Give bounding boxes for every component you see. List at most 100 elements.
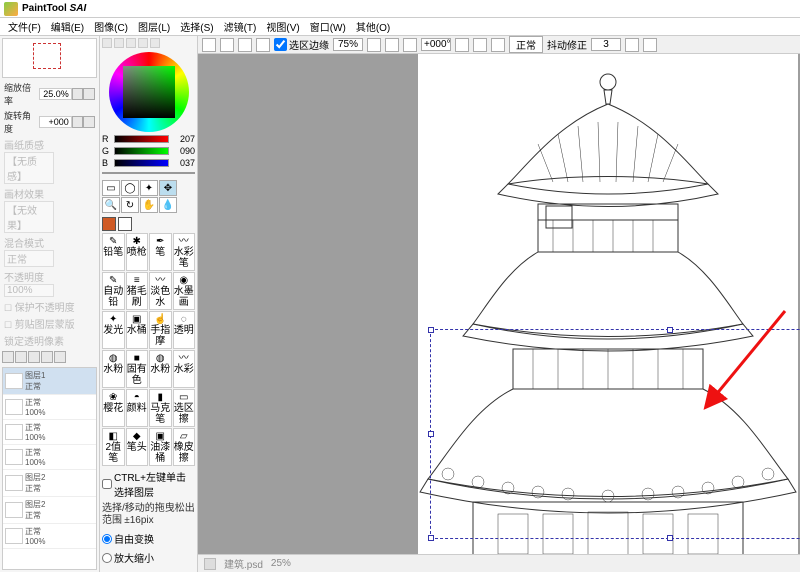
brush-gouache[interactable]: ◍水粉 [102,350,125,388]
layer-item[interactable]: 正常100% [3,420,96,445]
transform-freeform[interactable]: 自由形状 [102,568,195,572]
rotate-ccw-tb-button[interactable] [455,38,469,52]
menu-edit[interactable]: 编辑(E) [47,19,88,34]
color-wheel[interactable] [102,52,195,132]
brush-bristle[interactable]: ≡猪毛刷 [126,272,149,310]
layer-item[interactable]: 正常100% [3,524,96,549]
menu-view[interactable]: 视图(V) [262,19,303,34]
brush-gouache2[interactable]: ◍水粉 [149,350,172,388]
new-layer-button[interactable] [2,351,14,363]
brush-glow[interactable]: ✦发光 [102,311,125,349]
brush-pen[interactable]: ✒笔 [149,233,172,271]
brush-pencil[interactable]: ✎铅笔 [102,233,125,271]
layer-item[interactable]: 图层2正常 [3,470,96,497]
rotate-ccw-button[interactable] [72,116,84,128]
brush-binary[interactable]: ◧2值笔 [102,428,125,466]
merge-down-button[interactable] [28,351,40,363]
background-swatch[interactable] [118,217,132,231]
stabilize-up-button[interactable] [625,38,639,52]
brush-airbrush[interactable]: ✱喷枪 [126,233,149,271]
clear-layer-button[interactable] [54,351,66,363]
hand-tool[interactable]: ✋ [140,197,158,213]
layer-item[interactable]: 图层1正常 [3,368,96,395]
deselect-button[interactable] [238,38,252,52]
brush-marker[interactable]: ▮马克笔 [149,389,172,427]
menu-other[interactable]: 其他(O) [352,19,394,34]
rgb-slider-tab[interactable] [114,38,124,48]
layer-list[interactable]: 图层1正常 正常100% 正常100% 正常100% 图层2正常 图层2正常 [2,367,97,570]
brush-ink[interactable]: ◉水墨画 [173,272,196,310]
zoom-out-tb-button[interactable] [403,38,417,52]
brush-sakura[interactable]: ❀樱花 [102,389,125,427]
blue-slider[interactable]: B 037 [102,158,195,168]
menu-layer[interactable]: 图层(L) [134,19,174,34]
brush-light-water[interactable]: 〰淡色水 [149,272,172,310]
zoom-tool[interactable]: 🔍 [102,197,120,213]
navigator-preview[interactable] [2,38,97,78]
green-slider[interactable]: G 090 [102,146,195,156]
move-tool[interactable]: ✥ [159,180,177,196]
paper-texture-row: 画纸质感 【无质感】 [0,136,99,185]
rect-select-tool[interactable]: ▭ [102,180,120,196]
delete-layer-button[interactable] [41,351,53,363]
brush-sel-erase[interactable]: ▭选区擦 [173,389,196,427]
canvas-angle-value[interactable]: +000° [421,38,451,51]
transform-scale[interactable]: 放大缩小 [102,549,195,566]
layer-item[interactable]: 图层2正常 [3,497,96,524]
new-folder-button[interactable] [15,351,27,363]
hsv-slider-tab[interactable] [126,38,136,48]
stabilize-value[interactable]: 3 [591,38,621,51]
redo-button[interactable] [220,38,234,52]
menu-file[interactable]: 文件(F) [4,19,45,34]
brush-paint[interactable]: ◓颜料 [126,389,149,427]
brush-eraser[interactable]: ▱橡皮擦 [173,428,196,466]
zoom-in-button[interactable] [72,88,84,100]
layer-item[interactable]: 正常100% [3,395,96,420]
blend-mode-display[interactable]: 正常 [509,36,543,53]
red-slider[interactable]: R 207 [102,134,195,144]
menu-filter[interactable]: 滤镜(T) [220,19,261,34]
menu-window[interactable]: 窗口(W) [306,19,350,34]
flip-tb-button[interactable] [491,38,505,52]
zoom-value[interactable]: 25.0% [39,88,72,100]
brush-watercolor2[interactable]: 〰水彩 [173,350,196,388]
foreground-swatch[interactable] [102,217,116,231]
lasso-tool[interactable]: ◯ [121,180,139,196]
status-zoom: 25% [271,558,291,569]
brush-watercolor[interactable]: 〰水彩笔 [173,233,196,271]
swatches-tab[interactable] [138,38,148,48]
ctrl-click-option[interactable]: CTRL+左键单击选择图层 [102,468,195,500]
brush-transparent[interactable]: ◌透明 [173,311,196,349]
layer-item[interactable]: 正常100% [3,445,96,470]
canvas[interactable] [418,54,798,572]
sel-edge-value[interactable]: 75% [333,38,363,51]
transform-free[interactable]: 自由变换 [102,530,195,547]
sel-edge-option[interactable]: 选区边缘 [274,37,329,52]
brush-auto-pencil[interactable]: ✎自动铅 [102,272,125,310]
color-wheel-tab[interactable] [102,38,112,48]
rotate-cw-tb-button[interactable] [473,38,487,52]
eyedropper-tool[interactable]: 💧 [159,197,177,213]
zoom-fit-button[interactable] [367,38,381,52]
layer-thumb [5,528,23,544]
brush-paint-bucket[interactable]: ▣油漆桶 [149,428,172,466]
magic-wand-tool[interactable]: ✦ [140,180,158,196]
brush-bucket[interactable]: ▣水桶 [126,311,149,349]
hue-strip[interactable] [102,172,195,174]
brush-smudge[interactable]: ☝手指摩 [149,311,172,349]
menu-image[interactable]: 图像(C) [90,19,132,34]
undo-button[interactable] [202,38,216,52]
invert-sel-button[interactable] [256,38,270,52]
menu-select[interactable]: 选择(S) [176,19,217,34]
angle-value[interactable]: +000 [39,116,72,128]
brush-tip[interactable]: ◆笔头 [126,428,149,466]
zoom-out-button[interactable] [83,88,95,100]
scratchpad-tab[interactable] [150,38,160,48]
rotate-cw-button[interactable] [83,116,95,128]
zoom-in-tb-button[interactable] [385,38,399,52]
rotate-tool[interactable]: ↻ [121,197,139,213]
layer-ops [0,349,99,365]
layer-thumb [5,475,23,491]
stabilize-down-button[interactable] [643,38,657,52]
brush-flat-color[interactable]: ■固有色 [126,350,149,388]
